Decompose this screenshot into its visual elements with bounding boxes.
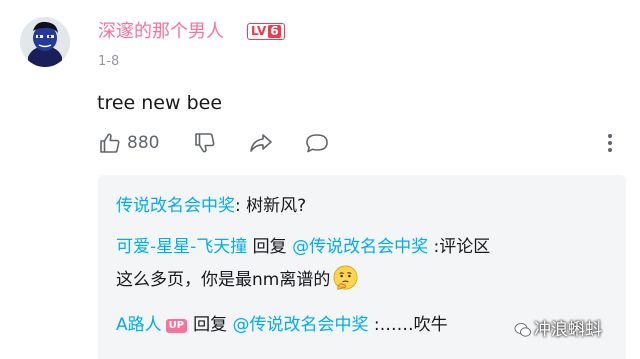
reply-item: 可爱-星星-飞天撞 回复 @传说改名会中奖 :评论区 (116, 233, 490, 262)
user-avatar[interactable] (20, 17, 70, 67)
reply-text: :……吹牛 (368, 315, 448, 335)
user-name[interactable]: 深邃的那个男人 (98, 20, 224, 44)
reply-item-continued: 这么多页，你是最nm离谱的 (116, 264, 359, 295)
reply-text: :评论区 (428, 237, 491, 257)
reply-word: 回复 (247, 237, 293, 257)
thumbs-up-icon (100, 133, 120, 153)
level-number: 6 (268, 24, 281, 38)
reply-author[interactable]: 传说改名会中奖 (116, 196, 235, 216)
watermark-text: 冲浪蝌蚪 (534, 320, 602, 340)
avatar-image (20, 17, 70, 67)
level-badge: LV 6 (247, 23, 285, 40)
up-badge: UP (165, 319, 188, 333)
share-button[interactable] (248, 128, 274, 158)
thinking-face-icon (333, 265, 358, 290)
reply-mention[interactable]: @传说改名会中奖 (233, 315, 369, 335)
watermark: 冲浪蝌蚪 (514, 315, 602, 340)
reply-text-line2: 这么多页，你是最nm离谱的 (116, 270, 331, 290)
reply-author[interactable]: 可爱-星星-飞天撞 (116, 237, 247, 257)
comment-date: 1-8 (98, 54, 120, 69)
more-options-button[interactable] (604, 128, 616, 158)
reply-author[interactable]: A路人 (116, 315, 162, 335)
more-vertical-icon (608, 134, 612, 152)
reply-word: 回复 (193, 315, 233, 335)
like-count: 880 (127, 133, 160, 153)
reply-text: 树新风? (246, 196, 307, 216)
thumbs-down-icon (195, 133, 215, 153)
comment-actions: 880 (98, 128, 626, 158)
reply-button[interactable] (304, 128, 330, 158)
share-arrow-icon (250, 134, 272, 152)
level-prefix: LV (251, 24, 267, 38)
reply-separator: : (235, 196, 247, 216)
wechat-logo-icon (514, 323, 531, 337)
dislike-button[interactable] (193, 128, 217, 158)
like-button[interactable]: 880 (98, 128, 159, 158)
comment-text: tree new bee (97, 92, 223, 114)
reply-mention[interactable]: @传说改名会中奖 (292, 237, 428, 257)
comment-bubble-icon (306, 134, 328, 153)
reply-item: 传说改名会中奖: 树新风? (116, 192, 306, 221)
comment-card: 深邃的那个男人 LV 6 1-8 tree new bee 880 传说改名会中… (0, 0, 640, 359)
reply-item: A路人 UP 回复 @传说改名会中奖 :……吹牛 (116, 311, 448, 340)
